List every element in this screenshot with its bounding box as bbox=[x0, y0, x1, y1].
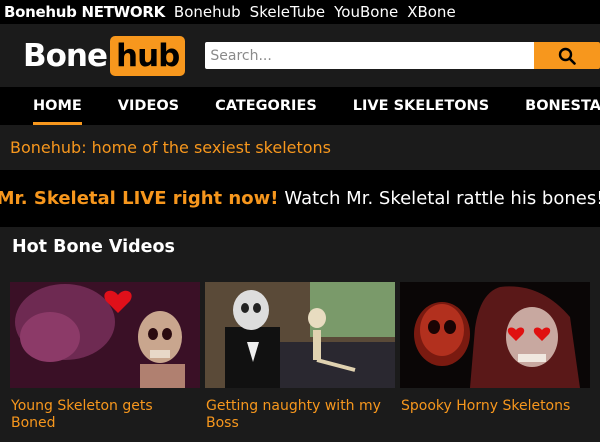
section-title: Hot Bone Videos bbox=[0, 227, 600, 267]
video-card[interactable]: Spooky Horny Skeletons bbox=[400, 282, 590, 442]
video-title[interactable]: Young Skeleton gets Boned bbox=[10, 398, 200, 432]
video-card[interactable]: Getting naughty with my Boss bbox=[205, 282, 395, 442]
site-logo[interactable]: Bone hub bbox=[23, 35, 186, 76]
logo-text-bone: Bone bbox=[23, 37, 108, 74]
video-thumbnail[interactable] bbox=[10, 282, 200, 388]
nav-item-live-skeletons[interactable]: LIVE SKELETONS bbox=[353, 87, 489, 125]
video-title[interactable]: Spooky Horny Skeletons bbox=[400, 398, 590, 415]
search-input[interactable] bbox=[205, 42, 534, 69]
search-button[interactable] bbox=[534, 42, 600, 69]
network-link-bonehub[interactable]: Bonehub bbox=[174, 3, 241, 21]
search-bar bbox=[205, 42, 600, 69]
site-tagline: Bonehub: home of the sexiest skeletons bbox=[0, 125, 600, 170]
live-banner: Mr. Skeletal LIVE right now! Watch Mr. S… bbox=[0, 170, 600, 227]
main-nav: HOME VIDEOS CATEGORIES LIVE SKELETONS BO… bbox=[0, 87, 600, 125]
nav-item-categories[interactable]: CATEGORIES bbox=[215, 87, 317, 125]
network-bar: Bonehub NETWORK Bonehub SkeleTube YouBon… bbox=[0, 0, 600, 24]
site-header: Bone hub bbox=[0, 24, 600, 87]
nav-item-videos[interactable]: VIDEOS bbox=[118, 87, 179, 125]
logo-text-hub: hub bbox=[110, 35, 186, 76]
video-grid: Young Skeleton gets Boned Getting naught… bbox=[0, 267, 600, 442]
nav-item-bonestars[interactable]: BONESTARS bbox=[525, 87, 600, 125]
live-banner-link[interactable]: Mr. Skeletal LIVE right now! bbox=[0, 188, 278, 209]
nav-item-home[interactable]: HOME bbox=[33, 87, 82, 125]
network-link-skeletube[interactable]: SkeleTube bbox=[250, 3, 325, 21]
search-icon bbox=[558, 47, 576, 65]
network-link-youbone[interactable]: YouBone bbox=[334, 3, 398, 21]
network-link-xbone[interactable]: XBone bbox=[407, 3, 455, 21]
live-banner-text: Watch Mr. Skeletal rattle his bones! bbox=[284, 188, 600, 209]
video-title[interactable]: Getting naughty with my Boss bbox=[205, 398, 395, 432]
video-card[interactable]: Young Skeleton gets Boned bbox=[10, 282, 200, 442]
video-thumbnail[interactable] bbox=[400, 282, 590, 388]
video-thumbnail[interactable] bbox=[205, 282, 395, 388]
network-brand[interactable]: Bonehub NETWORK bbox=[4, 3, 165, 21]
